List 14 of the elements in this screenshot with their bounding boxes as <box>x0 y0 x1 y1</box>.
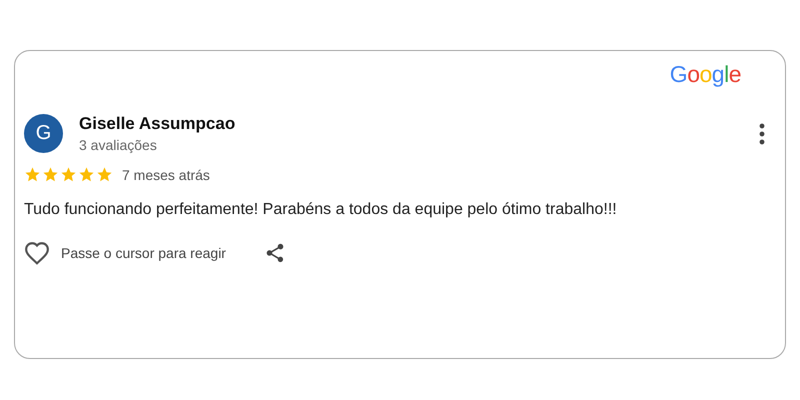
avatar: G <box>24 114 63 153</box>
star-icon <box>78 166 95 183</box>
star-icon <box>96 166 113 183</box>
star-icon <box>24 166 41 183</box>
more-icon[interactable] <box>759 122 765 144</box>
star-icon <box>42 166 59 183</box>
star-icon <box>60 166 77 183</box>
heart-icon[interactable] <box>24 241 50 265</box>
react-hint: Passe o cursor para reagir <box>61 245 226 261</box>
review-count: 3 avaliações <box>79 137 158 153</box>
review-text: Tudo funcionando perfeitamente! Parabéns a todos da equipe pelo ótimo trabalho!!! <box>24 201 618 219</box>
google-logo: Google <box>670 61 741 88</box>
author-name: Giselle Assumpcao <box>79 114 236 134</box>
review-time: 7 meses atrás <box>122 166 210 182</box>
